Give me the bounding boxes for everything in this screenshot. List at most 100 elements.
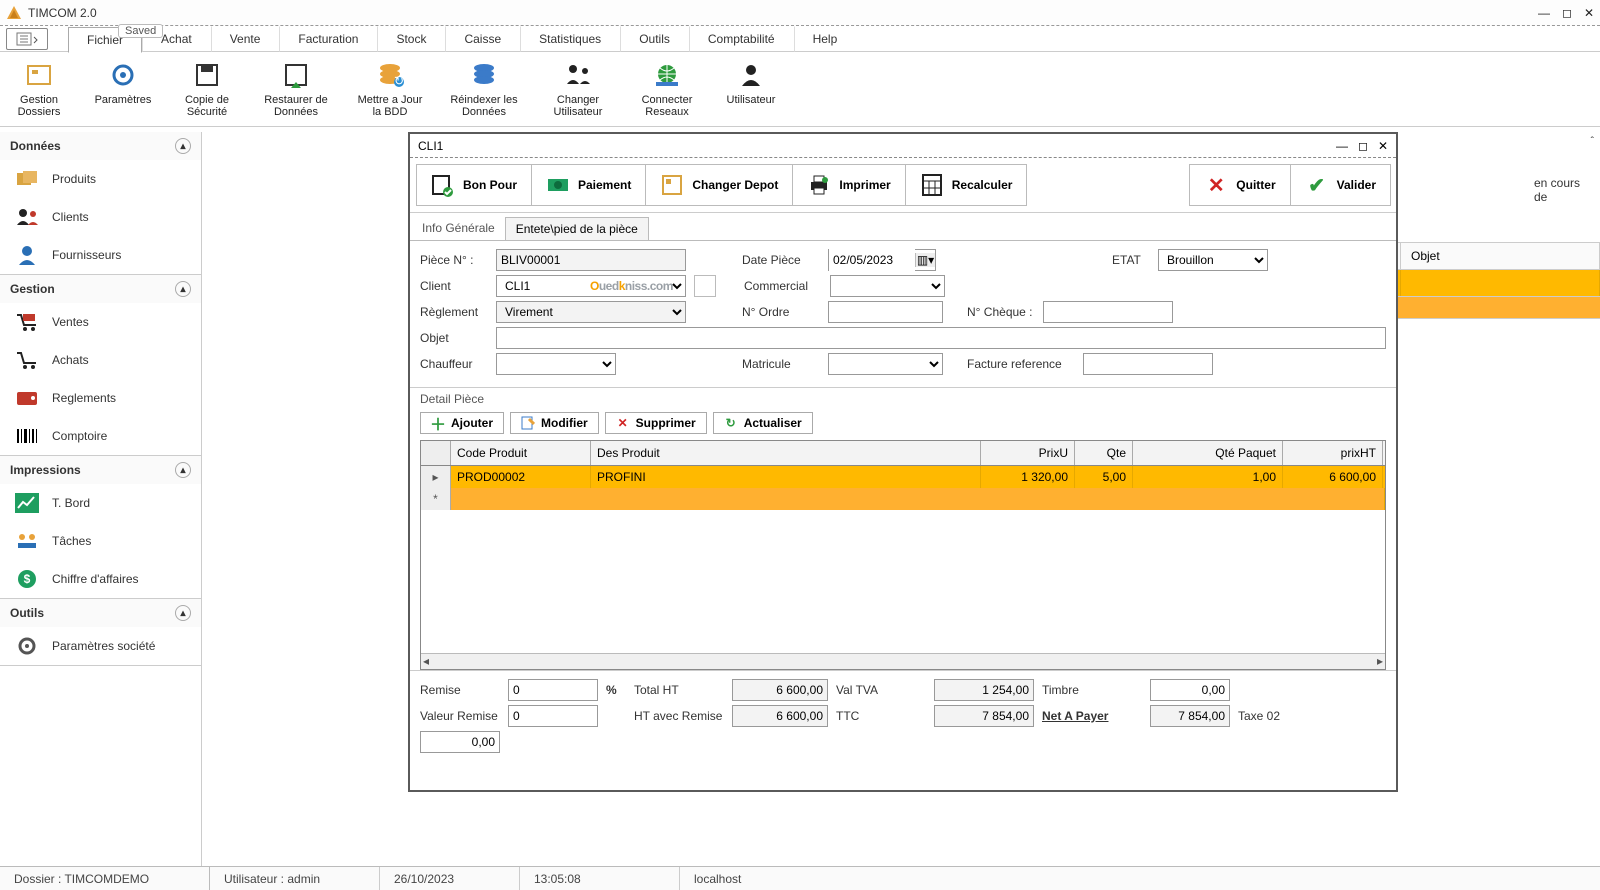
menu-tab-stock[interactable]: Stock xyxy=(377,26,445,52)
modal-titlebar: CLI1 — ◻ ✕ xyxy=(410,134,1396,158)
ribbon-utilisateur[interactable]: Utilisateur xyxy=(720,58,782,118)
grid-row-new[interactable]: * xyxy=(421,488,1385,510)
matricule-select[interactable] xyxy=(828,353,943,375)
quick-access-dropdown[interactable] xyxy=(6,28,48,50)
status-date: 26/10/2023 xyxy=(380,867,520,890)
ribbon-copie-securite[interactable]: Copie de Sécurité xyxy=(176,58,238,118)
sidebar-item-chiffre[interactable]: $Chiffre d'affaires xyxy=(0,560,201,598)
totals-panel: Remise % Total HT Val TVA Timbre Valeur … xyxy=(410,670,1396,761)
sidebar-item-produits[interactable]: Produits xyxy=(0,160,201,198)
status-dossier: Dossier : TIMCOMDEMO xyxy=(0,867,210,890)
col-ht: prixHT xyxy=(1283,441,1383,465)
gear-icon xyxy=(108,60,138,90)
sidebar-item-fournisseurs[interactable]: Fournisseurs xyxy=(0,236,201,274)
taxe-input[interactable] xyxy=(420,731,500,753)
objet-input[interactable] xyxy=(496,327,1386,349)
cheque-input[interactable] xyxy=(1043,301,1173,323)
changer-depot-button[interactable]: Changer Depot xyxy=(645,164,793,206)
paiement-button[interactable]: Paiement xyxy=(531,164,646,206)
modal-close-icon[interactable]: ✕ xyxy=(1378,139,1388,153)
valremise-input[interactable] xyxy=(508,705,598,727)
menu-tab-facturation[interactable]: Facturation xyxy=(279,26,377,52)
sidebar-section-outils[interactable]: Outils▴ xyxy=(0,599,201,627)
sidebar-item-comptoire[interactable]: Comptoire xyxy=(0,417,201,455)
imprimer-button[interactable]: Imprimer xyxy=(792,164,905,206)
detail-grid[interactable]: Code Produit Des Produit PrixU Qte Qté P… xyxy=(420,440,1386,670)
modal-minimize-icon[interactable]: — xyxy=(1336,139,1348,153)
totalht-input xyxy=(732,679,828,701)
valider-button[interactable]: ✔Valider xyxy=(1290,164,1391,206)
sidebar-item-reglements[interactable]: Reglements xyxy=(0,379,201,417)
sidebar-section-gestion[interactable]: Gestion▴ xyxy=(0,275,201,303)
ribbon-restaurer[interactable]: Restaurer de Données xyxy=(260,58,332,118)
menu-tab-comptabilite[interactable]: Comptabilité xyxy=(689,26,794,52)
remise-input[interactable] xyxy=(508,679,598,701)
ajouter-button[interactable]: ＋Ajouter xyxy=(420,412,504,434)
chevron-up-icon: ▴ xyxy=(175,281,191,297)
ribbon-reindexer[interactable]: Réindexer les Données xyxy=(448,58,520,118)
chauffeur-select[interactable] xyxy=(496,353,616,375)
ribbon-mettre-a-jour[interactable]: ↻Mettre a Jour la BDD xyxy=(354,58,426,118)
database-update-icon: ↻ xyxy=(375,60,405,90)
ribbon-connecter-reseaux[interactable]: Connecter Reseaux xyxy=(636,58,698,118)
sidebar-item-clients[interactable]: Clients xyxy=(0,198,201,236)
timbre-input[interactable] xyxy=(1150,679,1230,701)
printer-icon xyxy=(807,173,831,197)
close-icon[interactable]: ✕ xyxy=(1584,6,1594,20)
form-info-generale: Pièce N° : Date Pièce ▥▾ ETAT Brouillon … xyxy=(410,240,1396,387)
etat-select[interactable]: Brouillon xyxy=(1158,249,1268,271)
scroll-left-icon[interactable]: ◂ xyxy=(423,654,429,669)
collapse-caret-icon[interactable]: ˆ xyxy=(1591,136,1594,147)
supprimer-button[interactable]: ✕Supprimer xyxy=(605,412,707,434)
sidebar-item-parametres-societe[interactable]: Paramètres société xyxy=(0,627,201,665)
money-icon: $ xyxy=(14,568,40,590)
objet-label: Objet xyxy=(420,331,490,345)
factref-input[interactable] xyxy=(1083,353,1213,375)
calendar-icon[interactable]: ▥▾ xyxy=(915,253,935,267)
wallet-icon xyxy=(14,387,40,409)
sidebar-item-ventes[interactable]: Ventes xyxy=(0,303,201,341)
grid-scrollbar[interactable]: ◂▸ xyxy=(421,653,1385,669)
commercial-select[interactable] xyxy=(830,275,945,297)
menu-tab-caisse[interactable]: Caisse xyxy=(445,26,520,52)
remise-label: Remise xyxy=(420,683,500,697)
recalculer-button[interactable]: Recalculer xyxy=(905,164,1028,206)
tab-info[interactable]: Info Générale xyxy=(416,217,505,240)
maximize-icon[interactable]: ◻ xyxy=(1562,6,1572,20)
gear-small-icon xyxy=(14,635,40,657)
client-select[interactable]: CLI1 xyxy=(496,275,686,297)
menu-tab-vente[interactable]: Vente xyxy=(211,26,280,52)
saved-tooltip: Saved xyxy=(118,24,163,38)
ordre-input[interactable] xyxy=(828,301,943,323)
quitter-button[interactable]: ✕Quitter xyxy=(1189,164,1290,206)
bon-pour-button[interactable]: Bon Pour xyxy=(416,164,532,206)
x-red-small-icon: ✕ xyxy=(616,416,630,430)
date-input-wrap[interactable]: ▥▾ xyxy=(828,249,936,271)
menu-tab-help[interactable]: Help xyxy=(794,26,857,52)
menu-tab-outils[interactable]: Outils xyxy=(620,26,689,52)
minimize-icon[interactable]: — xyxy=(1538,6,1550,20)
date-input[interactable] xyxy=(829,249,915,271)
modifier-button[interactable]: Modifier xyxy=(510,412,599,434)
menu-tab-statistiques[interactable]: Statistiques xyxy=(520,26,620,52)
actualiser-button[interactable]: ↻Actualiser xyxy=(713,412,813,434)
ribbon-gestion-dossiers[interactable]: Gestion Dossiers xyxy=(8,58,70,118)
sidebar-section-impressions[interactable]: Impressions▴ xyxy=(0,456,201,484)
col-qte: Qte xyxy=(1075,441,1133,465)
sidebar-item-taches[interactable]: Tâches xyxy=(0,522,201,560)
ribbon-changer-utilisateur[interactable]: Changer Utilisateur xyxy=(542,58,614,118)
depot-icon xyxy=(660,173,684,197)
chauffeur-label: Chauffeur xyxy=(420,357,490,371)
scroll-right-icon[interactable]: ▸ xyxy=(1377,654,1383,669)
ordre-label: N° Ordre xyxy=(742,305,822,319)
reglement-select[interactable]: Virement xyxy=(496,301,686,323)
sidebar-item-tbord[interactable]: T. Bord xyxy=(0,484,201,522)
client-lookup-button[interactable] xyxy=(694,275,716,297)
ribbon-parametres[interactable]: Paramètres xyxy=(92,58,154,118)
sidebar-section-donnees[interactable]: Données▴ xyxy=(0,132,201,160)
modal-maximize-icon[interactable]: ◻ xyxy=(1358,139,1368,153)
piece-input[interactable] xyxy=(496,249,686,271)
sidebar-item-achats[interactable]: Achats xyxy=(0,341,201,379)
tab-entete[interactable]: Entete\pied de la pièce xyxy=(505,217,649,240)
grid-row-0[interactable]: ▸ PROD00002 PROFINI 1 320,00 5,00 1,00 6… xyxy=(421,466,1385,488)
